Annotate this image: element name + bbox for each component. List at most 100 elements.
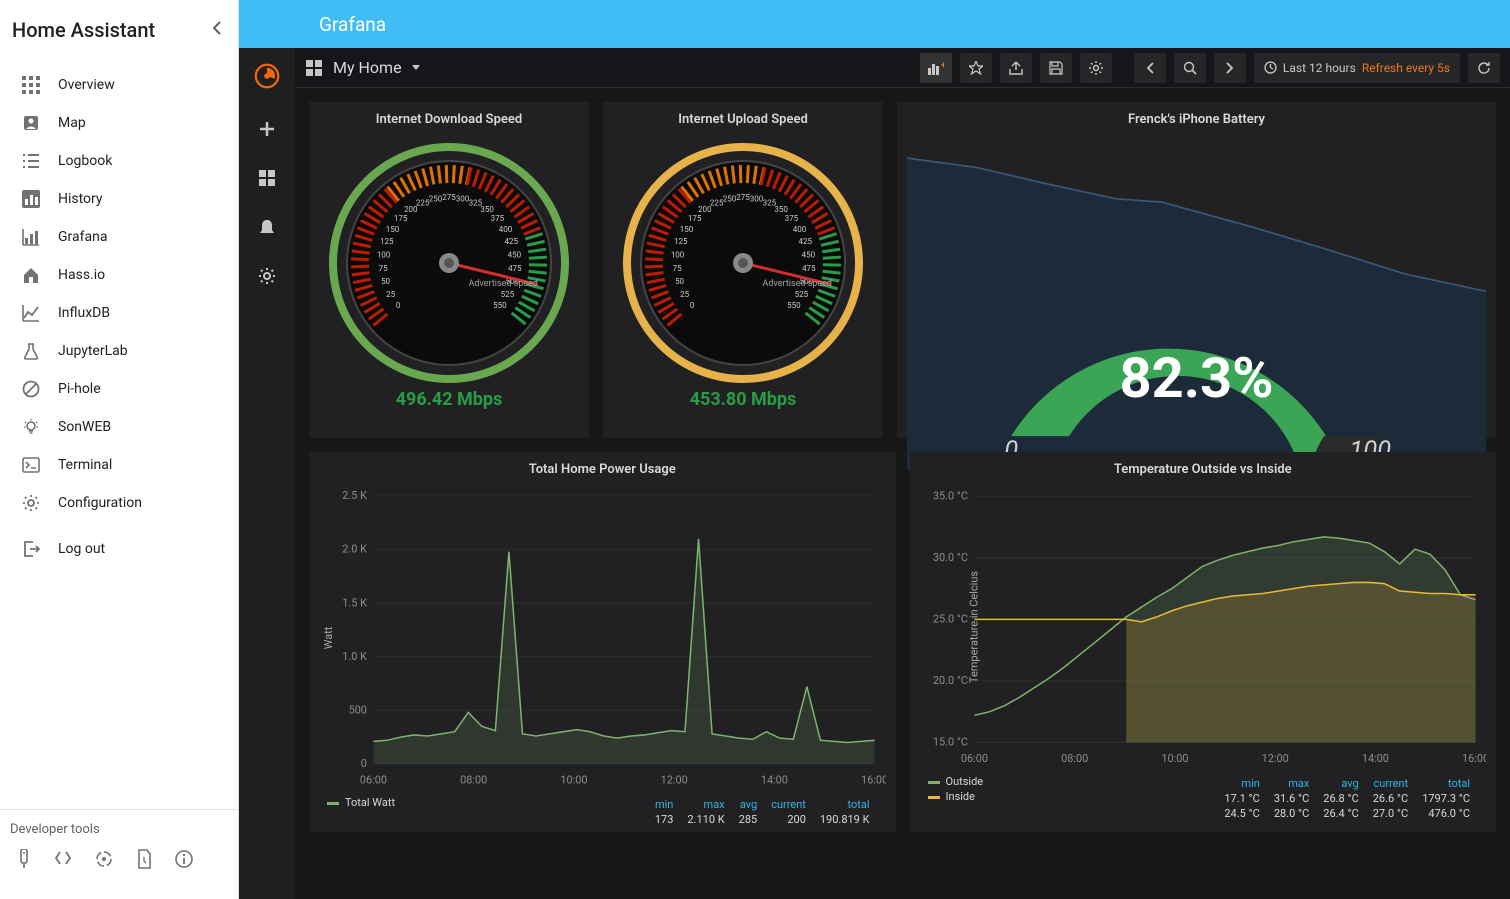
grafana-dashboard: Internet Download Speed 0255075100125150… — [295, 88, 1510, 899]
grafana-settings-icon[interactable] — [258, 267, 276, 290]
svg-text:10:00: 10:00 — [560, 773, 587, 786]
svg-text:425: 425 — [505, 237, 519, 246]
svg-text:550: 550 — [787, 301, 801, 310]
svg-text:08:00: 08:00 — [460, 773, 487, 786]
sidebar-item-label: Map — [58, 115, 86, 131]
svg-text:500: 500 — [349, 704, 367, 717]
devtools-info-icon[interactable] — [174, 849, 194, 873]
right-area: Grafana My Home + — [239, 0, 1510, 899]
svg-text:50: 50 — [381, 277, 390, 286]
collapse-sidebar-icon[interactable] — [212, 21, 222, 39]
svg-text:450: 450 — [802, 250, 816, 259]
time-back-button[interactable] — [1134, 53, 1166, 83]
gauge-download: 0255075100125150175200225250275300325350… — [324, 133, 574, 383]
panel-battery[interactable]: Frenck's iPhone Battery 0100 82.3% — [897, 102, 1496, 438]
battery-gauge: 0100 82.3% — [907, 133, 1486, 473]
panel-temperature[interactable]: Temperature Outside vs Inside Temperatur… — [910, 452, 1497, 832]
grafana-alerting-icon[interactable] — [258, 218, 276, 241]
sidebar-item-jupyterlab[interactable]: JupyterLab — [0, 332, 238, 370]
dashboard-picker[interactable]: My Home — [305, 58, 420, 77]
svg-text:06:00: 06:00 — [960, 752, 987, 765]
sidebar-item-map[interactable]: Map — [0, 104, 238, 142]
share-button[interactable] — [1000, 53, 1032, 83]
clock-icon — [1264, 61, 1277, 74]
zoom-out-button[interactable] — [1174, 53, 1206, 83]
bulb-icon — [16, 418, 46, 436]
panel-title: Frenck's iPhone Battery — [907, 112, 1486, 127]
sidebar-item-overview[interactable]: Overview — [0, 66, 238, 104]
svg-text:16:00: 16:00 — [861, 773, 885, 786]
block-icon — [16, 380, 46, 398]
grafana-main: My Home + Last 12 hours Refresh every 5s — [295, 48, 1510, 899]
svg-text:125: 125 — [674, 237, 688, 246]
refresh-button[interactable] — [1468, 53, 1500, 83]
svg-text:550: 550 — [493, 301, 507, 310]
panel-upload-speed[interactable]: Internet Upload Speed 025507510012515017… — [603, 102, 883, 438]
devtools-states-icon[interactable] — [136, 849, 152, 873]
sidebar-item-label: JupyterLab — [58, 343, 128, 359]
sidebar-item-label: Grafana — [58, 229, 107, 245]
sidebar-item-influxdb[interactable]: InfluxDB — [0, 294, 238, 332]
sidebar-item-hass-io[interactable]: Hass.io — [0, 256, 238, 294]
panel-download-speed[interactable]: Internet Download Speed 0255075100125150… — [309, 102, 589, 438]
advertised-speed-label: Advertised speed — [763, 279, 832, 289]
svg-text:14:00: 14:00 — [1361, 752, 1388, 765]
save-button[interactable] — [1040, 53, 1072, 83]
sidebar-item-sonweb[interactable]: SonWEB — [0, 408, 238, 446]
svg-text:125: 125 — [380, 237, 394, 246]
devtools-services-icon[interactable] — [94, 849, 114, 873]
time-forward-button[interactable] — [1214, 53, 1246, 83]
page-title: Grafana — [319, 13, 386, 36]
svg-text:25.0 °C: 25.0 °C — [932, 613, 967, 626]
svg-text:275: 275 — [442, 193, 456, 202]
legend-series[interactable]: Total Watt — [327, 796, 395, 809]
sidebar-item-history[interactable]: History — [0, 180, 238, 218]
svg-text:450: 450 — [508, 250, 522, 259]
bar-icon — [16, 190, 46, 208]
add-panel-button[interactable]: + — [920, 53, 952, 83]
panel-title: Internet Upload Speed — [678, 112, 808, 127]
devtools-templates-icon[interactable] — [54, 849, 72, 873]
grafana-dashboards-icon[interactable] — [258, 169, 276, 192]
sidebar-item-grafana[interactable]: Grafana — [0, 218, 238, 256]
grafana-toolbar: My Home + Last 12 hours Refresh every 5s — [295, 48, 1510, 88]
svg-text:0: 0 — [690, 301, 695, 310]
sidebar-item-label: Overview — [58, 77, 115, 93]
legend-series[interactable]: Inside — [928, 790, 984, 803]
sidebar-item-pi-hole[interactable]: Pi-hole — [0, 370, 238, 408]
legend-series[interactable]: Outside — [928, 775, 984, 788]
devtools-remote-icon[interactable] — [16, 849, 32, 873]
sidebar-item-configuration[interactable]: Configuration — [0, 484, 238, 522]
time-range-picker[interactable]: Last 12 hours Refresh every 5s — [1254, 53, 1460, 83]
svg-text:375: 375 — [491, 214, 505, 223]
y-axis-label: Watt — [322, 626, 335, 649]
grafana-logo-icon[interactable] — [253, 62, 281, 94]
grafana-add-icon[interactable] — [258, 120, 276, 143]
battery-value: 82.3% — [1119, 345, 1273, 411]
svg-text:225: 225 — [416, 199, 430, 208]
svg-text:1.5 K: 1.5 K — [342, 596, 367, 609]
svg-text:75: 75 — [673, 264, 682, 273]
exit-icon — [16, 540, 46, 558]
svg-text:250: 250 — [723, 194, 737, 203]
svg-text:12:00: 12:00 — [1261, 752, 1288, 765]
sidebar-item-label: Configuration — [58, 495, 142, 511]
gear-icon — [16, 494, 46, 512]
gauge-value: 496.42 Mbps — [396, 389, 503, 410]
panel-power-usage[interactable]: Total Home Power Usage Watt 05001.0 K1.5… — [309, 452, 896, 832]
svg-text:25: 25 — [386, 290, 395, 299]
svg-text:475: 475 — [802, 264, 816, 273]
chart-legend: OutsideInsideminmaxavgcurrenttotal17.1 °… — [920, 771, 1487, 822]
settings-button[interactable] — [1080, 53, 1112, 83]
sidebar-item-log-out[interactable]: Log out — [0, 530, 238, 568]
sidebar-item-terminal[interactable]: Terminal — [0, 446, 238, 484]
sidebar-item-logbook[interactable]: Logbook — [0, 142, 238, 180]
advertised-speed-label: Advertised speed — [469, 279, 538, 289]
ha-title-row: Home Assistant — [0, 0, 238, 60]
account-icon — [16, 114, 46, 132]
ha-devtools-section: Developer tools — [0, 809, 238, 899]
sidebar-item-label: InfluxDB — [58, 305, 110, 321]
svg-text:2.5 K: 2.5 K — [342, 489, 367, 502]
star-button[interactable] — [960, 53, 992, 83]
sidebar-item-label: History — [58, 191, 103, 207]
